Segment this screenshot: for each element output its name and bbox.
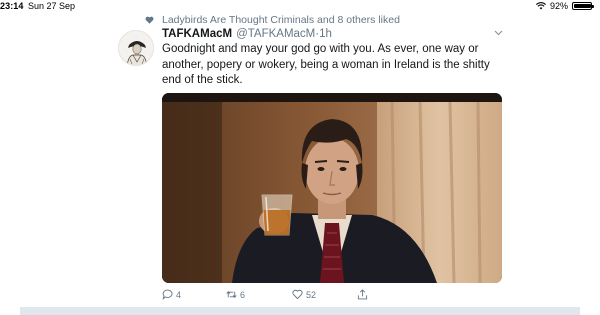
tweet-header: TAFKAMacM @TAFKAMacM·1h bbox=[162, 28, 332, 40]
avatar[interactable] bbox=[118, 30, 154, 66]
retweet-button[interactable]: 6 bbox=[226, 289, 245, 300]
like-icon bbox=[292, 289, 303, 300]
social-context[interactable]: Ladybirds Are Thought Criminals and 8 ot… bbox=[145, 13, 400, 27]
avatar-portrait bbox=[119, 31, 153, 65]
reply-button[interactable]: 4 bbox=[162, 289, 181, 300]
battery-fill bbox=[574, 4, 591, 8]
social-context-text: Ladybirds Are Thought Criminals and 8 ot… bbox=[162, 14, 400, 26]
retweet-count: 6 bbox=[240, 289, 246, 300]
chevron-down-icon[interactable] bbox=[494, 30, 503, 36]
share-button[interactable] bbox=[357, 289, 368, 300]
tweet-actions: 4 6 52 bbox=[162, 289, 392, 303]
handle-time[interactable]: @TAFKAMacM·1h bbox=[236, 28, 332, 40]
timeline-divider bbox=[20, 307, 580, 315]
status-bar: 23:14 Sun 27 Sep 92% bbox=[0, 0, 600, 13]
status-time: 23:14 bbox=[0, 1, 24, 11]
like-count: 52 bbox=[306, 289, 317, 300]
like-button[interactable]: 52 bbox=[292, 289, 316, 300]
tweet-media-image[interactable] bbox=[162, 93, 502, 283]
status-date: Sun 27 Sep bbox=[28, 1, 76, 11]
display-name[interactable]: TAFKAMacM bbox=[162, 28, 232, 40]
tweet-time: 1h bbox=[319, 28, 332, 40]
handle: @TAFKAMacM bbox=[236, 28, 316, 40]
battery-percentage: 92% bbox=[549, 1, 568, 11]
battery-icon bbox=[572, 2, 594, 10]
heart-icon bbox=[145, 16, 154, 24]
wifi-icon bbox=[535, 2, 546, 10]
reply-icon bbox=[162, 289, 173, 300]
retweet-icon bbox=[226, 291, 237, 298]
tweet-text: Goodnight and may your god go with you. … bbox=[162, 43, 490, 86]
status-right: 92% bbox=[535, 1, 594, 11]
share-icon bbox=[357, 289, 368, 300]
reply-count: 4 bbox=[176, 289, 182, 300]
photo-man-raising-glass bbox=[162, 93, 502, 283]
